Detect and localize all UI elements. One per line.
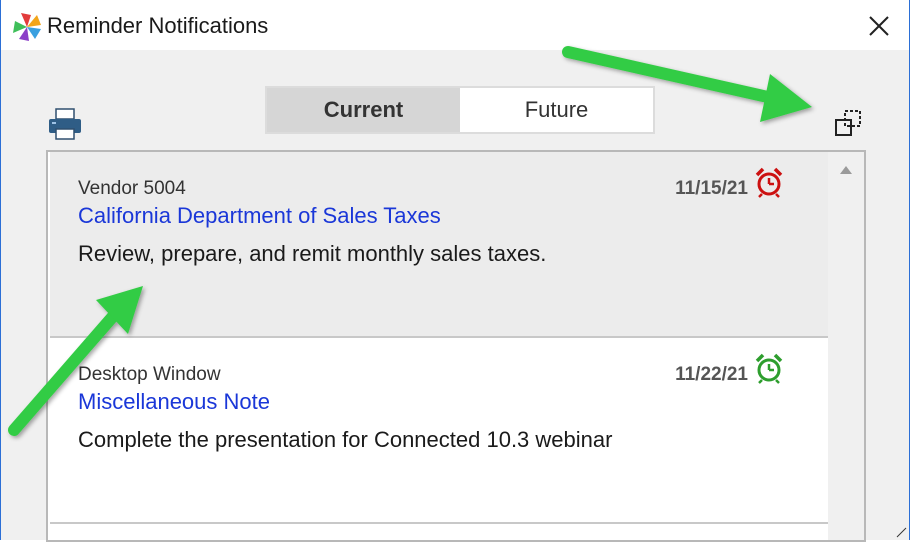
reminder-source: Desktop Window	[78, 364, 221, 385]
list-item[interactable]: Vendor 5004 California Department of Sal…	[50, 152, 830, 338]
pinwheel-logo-icon	[13, 13, 41, 41]
list-item[interactable]: Desktop Window Miscellaneous Note Comple…	[50, 338, 830, 524]
alarm-clock-icon	[755, 167, 783, 198]
reminder-source: Vendor 5004	[78, 178, 186, 199]
window-title: Reminder Notifications	[47, 13, 269, 38]
tab-future[interactable]: Future	[460, 88, 653, 132]
reminder-list: Vendor 5004 California Department of Sal…	[46, 150, 866, 542]
scroll-up-arrow-icon[interactable]	[840, 166, 852, 174]
title-bar: Reminder Notifications	[1, 0, 909, 50]
reminder-description: Complete the presentation for Connected …	[78, 427, 613, 452]
popout-window-icon[interactable]	[833, 107, 865, 139]
reminder-date: 11/22/21	[675, 364, 748, 385]
reminder-title-link[interactable]: California Department of Sales Taxes	[78, 203, 441, 229]
close-icon	[869, 16, 889, 36]
tab-bar: Current Future	[265, 86, 655, 134]
reminder-window: Reminder Notifications Current Future Ve…	[0, 0, 910, 542]
reminder-description: Review, prepare, and remit monthly sales…	[78, 241, 547, 266]
printer-icon[interactable]	[47, 107, 83, 141]
alarm-clock-icon	[755, 353, 783, 384]
reminder-date: 11/15/21	[675, 178, 748, 199]
tab-current[interactable]: Current	[267, 88, 460, 132]
close-button[interactable]	[861, 8, 897, 44]
resize-grip-icon[interactable]	[893, 524, 907, 538]
reminder-title-link[interactable]: Miscellaneous Note	[78, 389, 270, 415]
vertical-scrollbar[interactable]	[828, 152, 864, 540]
